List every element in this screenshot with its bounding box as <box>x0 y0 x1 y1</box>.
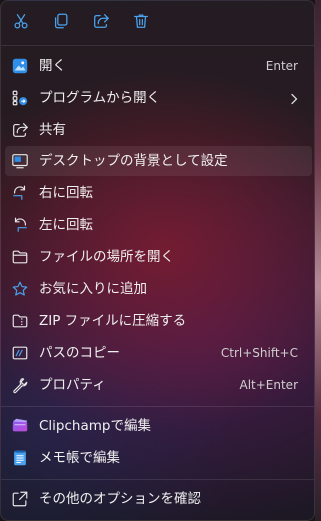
menu-divider <box>1 406 314 407</box>
clipchamp-icon <box>11 417 29 435</box>
wrench-icon <box>11 376 29 394</box>
menu-item-label: お気に入りに追加 <box>39 281 147 297</box>
copy-button[interactable] <box>45 7 77 39</box>
menu-item-label: 共有 <box>39 122 66 138</box>
menu-item-label: メモ帳で編集 <box>39 450 120 466</box>
menu-item-label: デスクトップの背景として設定 <box>39 153 228 169</box>
desktop-background-icon <box>11 152 29 170</box>
menu-item-rotate-left[interactable]: 左に回転 <box>5 210 312 240</box>
share-toolbar-button[interactable] <box>85 7 117 39</box>
menu-divider <box>1 479 314 480</box>
menu-item-label: その他のオプションを確認 <box>39 491 201 507</box>
menu-item-open[interactable]: 開く Enter <box>5 51 312 81</box>
menu-item-label: プログラムから開く <box>39 90 161 106</box>
menu-item-label: Clipchampで編集 <box>39 418 151 434</box>
menu-item-label: パスのコピー <box>39 345 120 361</box>
menu-item-rotate-right[interactable]: 右に回転 <box>5 178 312 208</box>
menu-item-shortcut: Enter <box>265 59 298 73</box>
share-icon <box>11 121 29 139</box>
share-icon <box>92 12 110 34</box>
menu-item-compress-zip[interactable]: ZIP ファイルに圧縮する <box>5 306 312 336</box>
menu-item-open-with[interactable]: プログラムから開く <box>5 83 312 113</box>
copy-icon <box>52 12 70 34</box>
menu-item-edit-notepad[interactable]: メモ帳で編集 <box>5 443 312 473</box>
menu-item-shortcut: Ctrl+Shift+C <box>220 346 298 360</box>
menu-item-open-file-location[interactable]: ファイルの場所を開く <box>5 242 312 272</box>
open-icon <box>11 57 29 75</box>
menu-item-properties[interactable]: プロパティ Alt+Enter <box>5 370 312 400</box>
notepad-icon <box>11 449 29 467</box>
copy-path-icon <box>11 344 29 362</box>
menu-item-shortcut: Alt+Enter <box>239 378 298 392</box>
delete-button[interactable] <box>125 7 157 39</box>
menu-item-label: 左に回転 <box>39 217 93 233</box>
menu-item-show-more-options[interactable]: その他のオプションを確認 <box>5 484 312 514</box>
context-menu: 開く Enter プログラムから開く 共有 デスクトップの背景として設定 右に回… <box>0 0 315 521</box>
background-window-edge <box>315 0 321 521</box>
rotate-right-icon <box>11 184 29 202</box>
menu-item-add-to-favorites[interactable]: お気に入りに追加 <box>5 274 312 304</box>
rotate-left-icon <box>11 216 29 234</box>
menu-item-label: ファイルの場所を開く <box>39 249 174 265</box>
toolbar-divider <box>1 45 314 46</box>
folder-icon <box>11 248 29 266</box>
context-menu-toolbar <box>1 1 314 45</box>
zip-folder-icon <box>11 312 29 330</box>
trash-icon <box>132 12 150 34</box>
menu-item-set-desktop-background[interactable]: デスクトップの背景として設定 <box>5 146 312 176</box>
cut-button[interactable] <box>5 7 37 39</box>
menu-item-label: 開く <box>39 58 66 74</box>
scissors-icon <box>12 12 30 34</box>
open-with-icon <box>11 89 29 107</box>
menu-item-edit-clipchamp[interactable]: Clipchampで編集 <box>5 411 312 441</box>
menu-item-label: 右に回転 <box>39 185 93 201</box>
menu-item-share[interactable]: 共有 <box>5 115 312 145</box>
more-options-icon <box>11 490 29 508</box>
menu-item-label: プロパティ <box>39 377 106 393</box>
menu-item-copy-path[interactable]: パスのコピー Ctrl+Shift+C <box>5 338 312 368</box>
star-icon <box>11 280 29 298</box>
menu-item-label: ZIP ファイルに圧縮する <box>39 313 187 329</box>
chevron-right-icon <box>288 91 300 105</box>
